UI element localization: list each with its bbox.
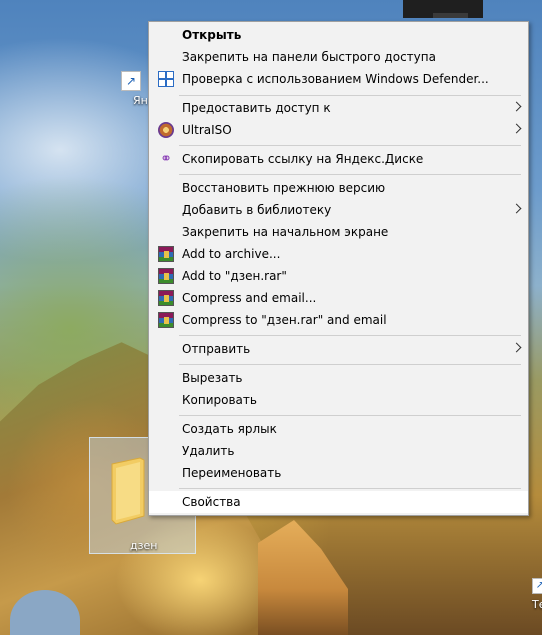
shortcut-arrow-icon: ↗ [532, 578, 542, 594]
menu-item-label: Предоставить доступ к [182, 101, 331, 115]
ultraiso-icon [158, 122, 174, 138]
menu-item-label: Отправить [182, 342, 251, 356]
desktop-icon-label: дзен [130, 539, 158, 552]
winrar-icon [158, 268, 174, 284]
menu-item-share-with[interactable]: Предоставить доступ к [149, 97, 528, 119]
menu-item-label: Add to "дзен.rar" [182, 269, 287, 283]
winrar-icon [158, 246, 174, 262]
menu-item-label: Проверка с использованием Windows Defend… [182, 72, 489, 86]
menu-item-send-to[interactable]: Отправить [149, 338, 528, 360]
menu-separator [179, 415, 521, 416]
menu-item-pin-to-start[interactable]: Закрепить на начальном экране [149, 221, 528, 243]
menu-item-add-to-rar[interactable]: Add to "дзен.rar" [149, 265, 528, 287]
menu-item-label: Закрепить на начальном экране [182, 225, 389, 239]
menu-item-create-shortcut[interactable]: Создать ярлык [149, 418, 528, 440]
menu-item-open[interactable]: Открыть [149, 24, 528, 46]
desktop-icon-label: Те [532, 598, 542, 611]
menu-item-label: Add to archive... [182, 247, 281, 261]
menu-item-label: Копировать [182, 393, 257, 407]
menu-item-yandex-disk-link[interactable]: ⚭ Скопировать ссылку на Яндекс.Диске [149, 148, 528, 170]
menu-item-label: Compress and email... [182, 291, 317, 305]
link-icon: ⚭ [160, 151, 172, 167]
windows-defender-icon [158, 71, 174, 87]
chevron-right-icon [511, 342, 522, 353]
menu-item-label: Открыть [182, 28, 242, 42]
menu-item-label: Свойства [182, 495, 241, 509]
menu-item-add-to-archive[interactable]: Add to archive... [149, 243, 528, 265]
menu-item-ultraiso[interactable]: UltraISO [149, 119, 528, 141]
menu-item-label: UltraISO [182, 123, 232, 137]
menu-item-properties[interactable]: Свойства [149, 491, 528, 513]
menu-separator [179, 95, 521, 96]
menu-item-label: Вырезать [182, 371, 243, 385]
menu-separator [179, 364, 521, 365]
menu-item-rename[interactable]: Переименовать [149, 462, 528, 484]
menu-item-label: Compress to "дзен.rar" and email [182, 313, 387, 327]
menu-item-pin-quick-access[interactable]: Закрепить на панели быстрого доступа [149, 46, 528, 68]
menu-item-compress-to-rar-and-email[interactable]: Compress to "дзен.rar" and email [149, 309, 528, 331]
menu-item-copy[interactable]: Копировать [149, 389, 528, 411]
menu-item-label: Удалить [182, 444, 235, 458]
chevron-right-icon [511, 123, 522, 134]
menu-item-label: Скопировать ссылку на Яндекс.Диске [182, 152, 424, 166]
chevron-right-icon [511, 203, 522, 214]
menu-separator [179, 335, 521, 336]
context-menu: Открыть Закрепить на панели быстрого дос… [148, 21, 529, 516]
menu-item-label: Создать ярлык [182, 422, 277, 436]
menu-item-label: Добавить в библиотеку [182, 203, 332, 217]
rock-formation-image [258, 520, 348, 635]
menu-separator [179, 174, 521, 175]
menu-item-label: Переименовать [182, 466, 282, 480]
menu-separator [179, 145, 521, 146]
menu-item-delete[interactable]: Удалить [149, 440, 528, 462]
winrar-icon [158, 290, 174, 306]
menu-item-cut[interactable]: Вырезать [149, 367, 528, 389]
window-edge [433, 13, 468, 18]
shortcut-arrow-icon: ↗ [121, 71, 141, 91]
menu-separator [179, 488, 521, 489]
menu-item-label: Закрепить на панели быстрого доступа [182, 50, 436, 64]
menu-item-defender-scan[interactable]: Проверка с использованием Windows Defend… [149, 68, 528, 90]
menu-item-label: Восстановить прежнюю версию [182, 181, 386, 195]
chevron-right-icon [511, 101, 522, 112]
winrar-icon [158, 312, 174, 328]
menu-item-compress-and-email[interactable]: Compress and email... [149, 287, 528, 309]
desktop-shortcut-yandex[interactable]: ↗ Ян [118, 68, 148, 112]
menu-item-restore-previous-version[interactable]: Восстановить прежнюю версию [149, 177, 528, 199]
menu-item-add-to-library[interactable]: Добавить в библиотеку [149, 199, 528, 221]
desktop-shortcut[interactable]: ↗ Те [526, 575, 542, 615]
desktop-icon-label: Ян [133, 94, 148, 107]
folder-icon [111, 457, 145, 525]
